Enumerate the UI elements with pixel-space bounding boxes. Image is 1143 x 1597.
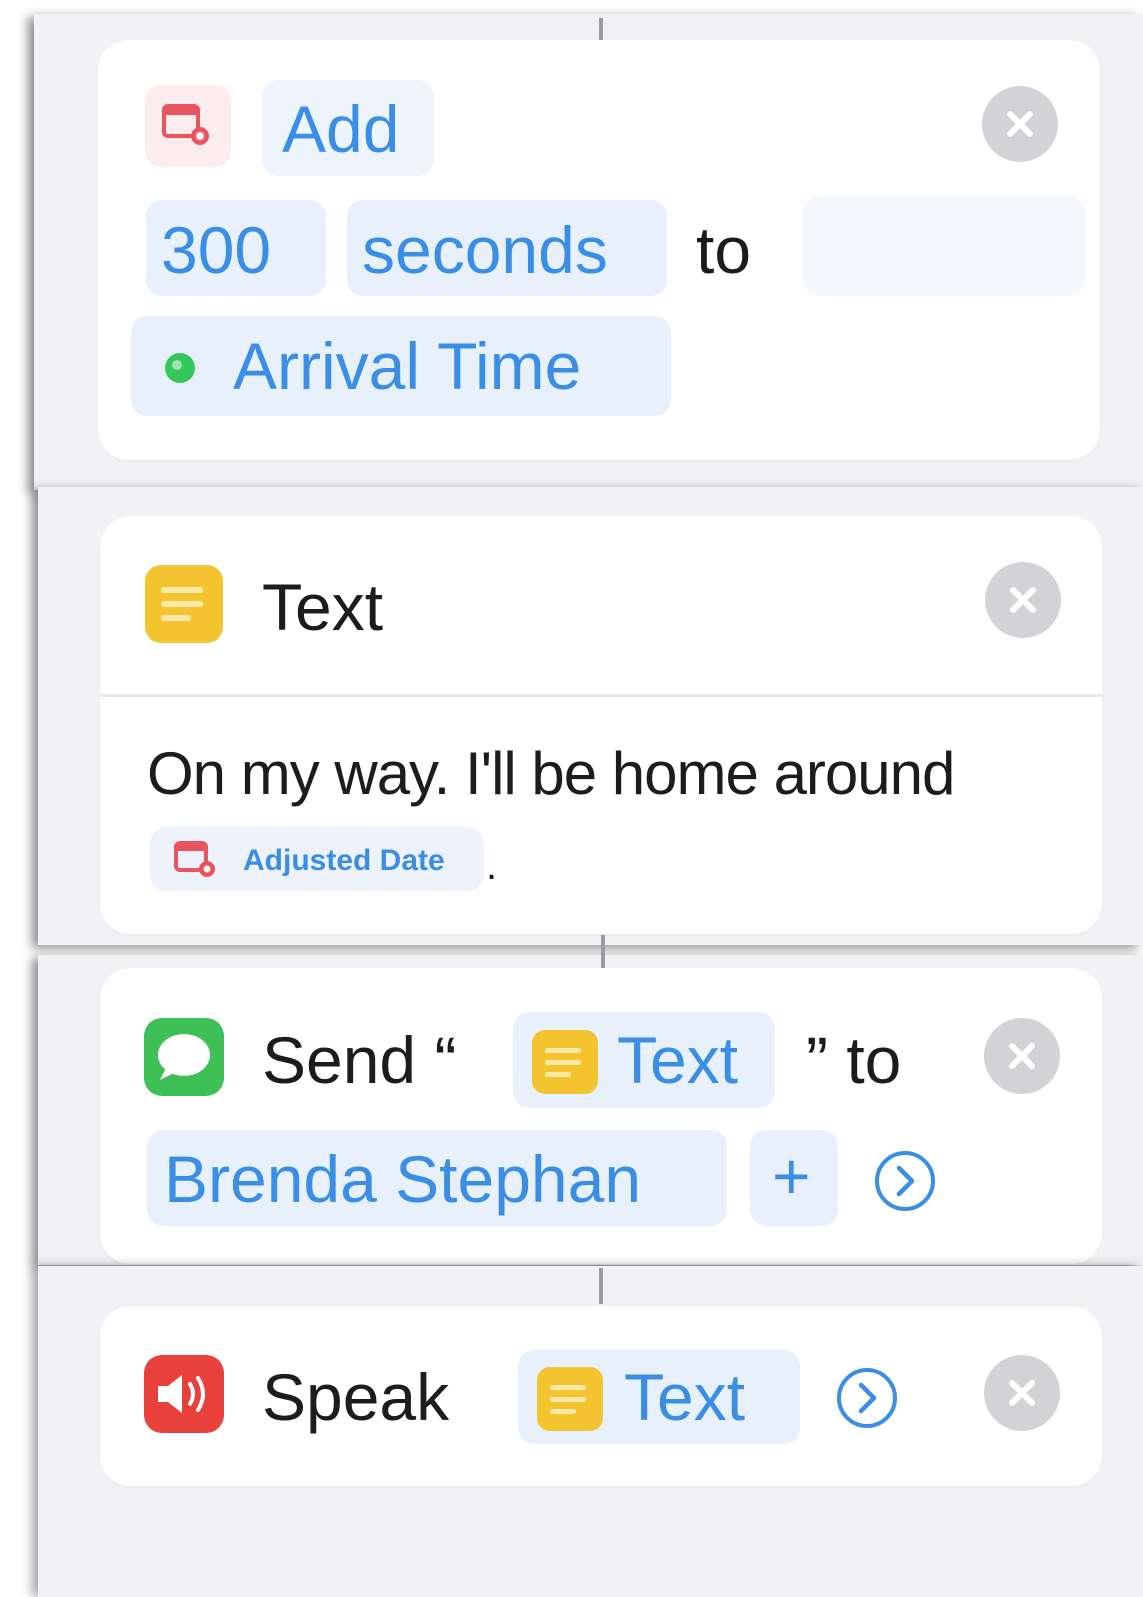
remove-text-action-button[interactable] xyxy=(985,562,1061,638)
text-body[interactable]: On my way. I'll be home around xyxy=(147,744,955,804)
speak-text-variable-label: Text xyxy=(624,1360,746,1434)
period-text: . xyxy=(486,844,498,888)
time-unit-selector[interactable]: seconds xyxy=(362,217,608,283)
close-quote-to-label: ” to xyxy=(806,1023,902,1097)
to-label: to xyxy=(696,213,752,287)
connector-line xyxy=(599,18,603,40)
remove-add-action-button[interactable] xyxy=(982,86,1058,162)
adjusted-date-label: Adjusted Date xyxy=(243,844,445,877)
text-note-icon xyxy=(532,1030,598,1094)
messages-icon xyxy=(144,1018,224,1096)
connector-line xyxy=(601,935,605,969)
text-note-icon xyxy=(537,1367,603,1431)
calendar-icon xyxy=(162,104,209,145)
speak-verb: Speak xyxy=(262,1360,450,1434)
send-verb: Send “ xyxy=(262,1023,457,1097)
card-divider xyxy=(100,694,1102,697)
calendar-icon xyxy=(174,841,215,877)
arrival-time-label: Arrival Time xyxy=(233,329,582,403)
remove-send-action-button[interactable] xyxy=(984,1018,1060,1094)
add-recipient-button[interactable]: + xyxy=(772,1143,811,1209)
connector-line xyxy=(599,1268,603,1304)
text-note-icon xyxy=(145,565,223,643)
text-variable-label: Text xyxy=(617,1023,739,1097)
recipient-name[interactable]: Brenda Stephan xyxy=(164,1146,641,1212)
empty-slot-pill[interactable] xyxy=(803,196,1085,296)
text-action-title: Text xyxy=(262,570,384,644)
seconds-amount[interactable]: 300 xyxy=(161,217,271,283)
chevron-circle-icon[interactable] xyxy=(834,1365,900,1431)
location-icon xyxy=(165,353,195,383)
speaker-icon xyxy=(144,1355,224,1433)
remove-speak-action-button[interactable] xyxy=(984,1355,1060,1431)
chevron-circle-icon[interactable] xyxy=(872,1148,938,1214)
add-action-title: Add xyxy=(282,92,400,166)
